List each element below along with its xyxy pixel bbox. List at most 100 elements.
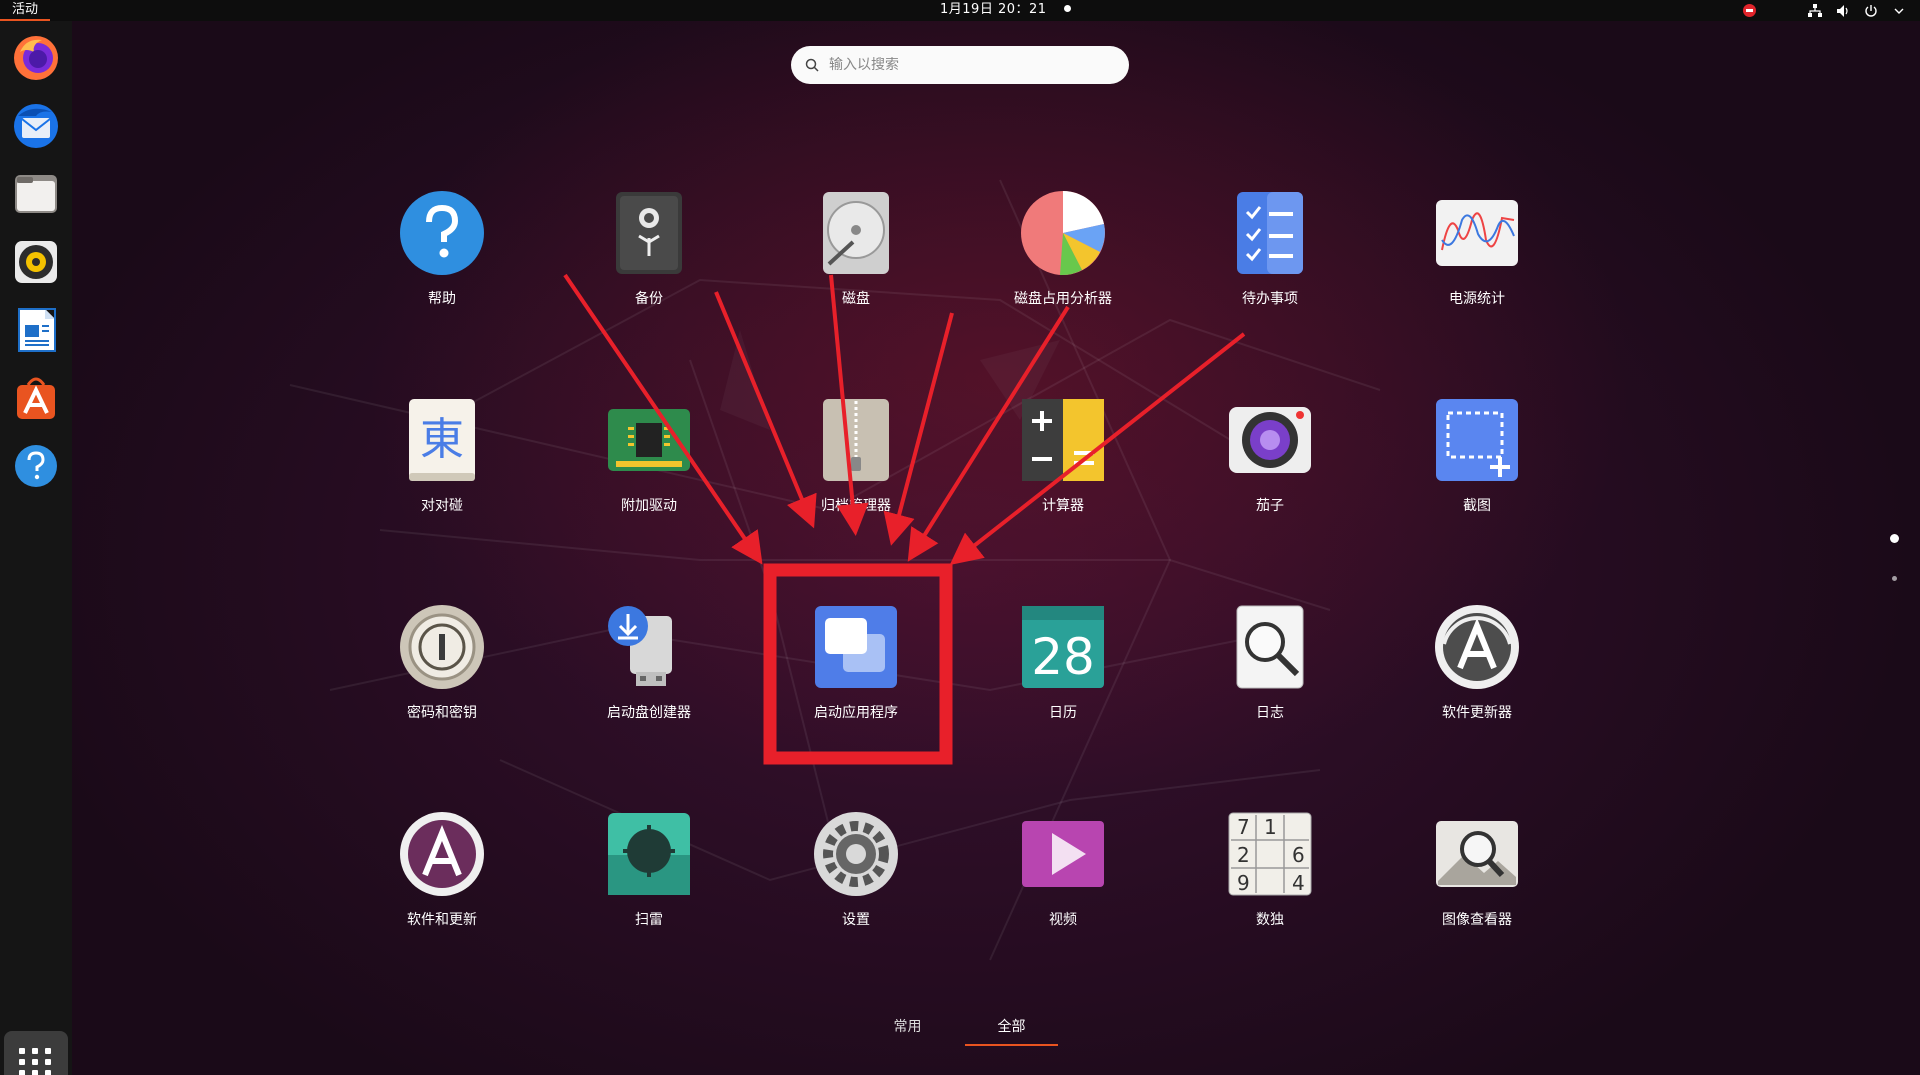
todo-icon bbox=[1227, 190, 1313, 276]
disks-icon bbox=[813, 190, 899, 276]
app-label: 启动应用程序 bbox=[814, 705, 898, 721]
logs-icon bbox=[1227, 604, 1313, 690]
wallpaper bbox=[0, 0, 1920, 1075]
app-screenshot[interactable]: 截图 bbox=[1402, 393, 1552, 543]
settings-icon bbox=[813, 811, 899, 897]
view-tabs: 常用 全部 bbox=[0, 1016, 1920, 1046]
app-calculator[interactable]: 计算器 bbox=[988, 393, 1138, 543]
screenshot-icon bbox=[1434, 397, 1520, 483]
additional-drivers-icon bbox=[606, 397, 692, 483]
firefox-icon[interactable] bbox=[11, 33, 61, 83]
volume-icon[interactable] bbox=[1836, 4, 1850, 18]
help-icon bbox=[399, 190, 485, 276]
app-label: 磁盘 bbox=[842, 291, 870, 307]
app-label: 设置 bbox=[842, 912, 870, 928]
calculator-icon bbox=[1020, 397, 1106, 483]
notification-dot bbox=[1064, 5, 1071, 12]
tab-frequent[interactable]: 常用 bbox=[870, 1016, 945, 1046]
sudoku-digit: 6 bbox=[1292, 843, 1305, 867]
app-label: 茄子 bbox=[1256, 498, 1284, 514]
help-icon[interactable] bbox=[11, 441, 61, 491]
sudoku-digit: 4 bbox=[1292, 871, 1305, 895]
app-label: 密码和密钥 bbox=[407, 705, 477, 721]
search-bar[interactable] bbox=[791, 46, 1129, 84]
software-updater-icon bbox=[1434, 604, 1520, 690]
app-label: 软件更新器 bbox=[1442, 705, 1512, 721]
app-cheese[interactable]: 茄子 bbox=[1195, 393, 1345, 543]
mahjongg-icon: 東 bbox=[399, 397, 485, 483]
app-software-properties[interactable]: 软件和更新 bbox=[367, 807, 517, 957]
app-label: 图像查看器 bbox=[1442, 912, 1512, 928]
files-icon[interactable] bbox=[11, 169, 61, 219]
passwords-keys-icon bbox=[399, 604, 485, 690]
power-icon[interactable] bbox=[1864, 4, 1878, 18]
app-software-updater[interactable]: 软件更新器 bbox=[1402, 600, 1552, 750]
sudoku-digit: 2 bbox=[1237, 843, 1250, 867]
app-settings[interactable]: 设置 bbox=[781, 807, 931, 957]
dock bbox=[0, 21, 72, 1075]
software-center-icon[interactable] bbox=[11, 373, 61, 423]
rhythmbox-icon[interactable] bbox=[11, 237, 61, 287]
archive-manager-icon bbox=[813, 397, 899, 483]
app-label: 备份 bbox=[635, 291, 663, 307]
app-label: 对对碰 bbox=[421, 498, 463, 514]
app-videos[interactable]: 视频 bbox=[988, 807, 1138, 957]
sudoku-digit: 1 bbox=[1264, 815, 1277, 839]
startup-disk-creator-icon bbox=[606, 604, 692, 690]
app-power-statistics[interactable]: 电源统计 bbox=[1402, 186, 1552, 336]
app-label: 软件和更新 bbox=[407, 912, 477, 928]
app-calendar[interactable]: 28 日历 bbox=[988, 600, 1138, 750]
calendar-day: 28 bbox=[1031, 628, 1095, 686]
app-label: 附加驱动 bbox=[621, 498, 677, 514]
image-viewer-icon bbox=[1434, 811, 1520, 897]
app-mines[interactable]: 扫雷 bbox=[574, 807, 724, 957]
network-icon[interactable] bbox=[1808, 3, 1822, 18]
page-indicator[interactable] bbox=[1892, 576, 1897, 581]
app-label: 启动盘创建器 bbox=[607, 705, 691, 721]
software-properties-icon bbox=[399, 811, 485, 897]
system-tray[interactable] bbox=[1742, 0, 1906, 21]
clock[interactable]: 1月19日 20：21 bbox=[940, 0, 1047, 19]
app-startup-disk-creator[interactable]: 启动盘创建器 bbox=[574, 600, 724, 750]
app-todo[interactable]: 待办事项 bbox=[1195, 186, 1345, 336]
app-logs[interactable]: 日志 bbox=[1195, 600, 1345, 750]
app-additional-drivers[interactable]: 附加驱动 bbox=[574, 393, 724, 543]
do-not-disturb-icon[interactable] bbox=[1742, 4, 1756, 18]
app-label: 帮助 bbox=[428, 291, 456, 307]
app-disks[interactable]: 磁盘 bbox=[781, 186, 931, 336]
app-disk-usage-analyzer[interactable]: 磁盘占用分析器 bbox=[988, 186, 1138, 336]
sudoku-digit: 9 bbox=[1237, 871, 1250, 895]
app-label: 计算器 bbox=[1042, 498, 1084, 514]
calendar-icon: 28 bbox=[1020, 604, 1106, 690]
app-label: 数独 bbox=[1256, 912, 1284, 928]
svg-text:東: 東 bbox=[420, 414, 464, 465]
app-archive-manager[interactable]: 归档管理器 bbox=[781, 393, 931, 543]
startup-applications-icon bbox=[813, 604, 899, 690]
app-backup[interactable]: 备份 bbox=[574, 186, 724, 336]
backup-icon bbox=[606, 190, 692, 276]
page-indicator-active[interactable] bbox=[1890, 534, 1899, 543]
app-sudoku[interactable]: 712 6 9 4 数独 bbox=[1195, 807, 1345, 957]
app-label: 视频 bbox=[1049, 912, 1077, 928]
app-label: 日志 bbox=[1256, 705, 1284, 721]
tab-all[interactable]: 全部 bbox=[965, 1016, 1058, 1046]
sudoku-icon: 712 6 9 4 bbox=[1227, 811, 1313, 897]
thunderbird-icon[interactable] bbox=[11, 101, 61, 151]
app-image-viewer[interactable]: 图像查看器 bbox=[1402, 807, 1552, 957]
top-bar: 活动 1月19日 20：21 bbox=[0, 0, 1920, 21]
app-mahjongg[interactable]: 東 对对碰 bbox=[367, 393, 517, 543]
disk-usage-analyzer-icon bbox=[1020, 190, 1106, 276]
app-label: 磁盘占用分析器 bbox=[1014, 291, 1112, 307]
chevron-down-icon[interactable] bbox=[1892, 4, 1906, 18]
app-help[interactable]: 帮助 bbox=[367, 186, 517, 336]
app-label: 扫雷 bbox=[635, 912, 663, 928]
cheese-icon bbox=[1227, 397, 1313, 483]
app-startup-applications[interactable]: 启动应用程序 bbox=[781, 600, 931, 750]
app-passwords-keys[interactable]: 密码和密钥 bbox=[367, 600, 517, 750]
activities-button[interactable]: 活动 bbox=[0, 0, 51, 21]
app-label: 归档管理器 bbox=[821, 498, 891, 514]
app-label: 日历 bbox=[1049, 705, 1077, 721]
libreoffice-writer-icon[interactable] bbox=[11, 305, 61, 355]
search-input[interactable] bbox=[829, 57, 1109, 73]
app-label: 待办事项 bbox=[1242, 291, 1298, 307]
